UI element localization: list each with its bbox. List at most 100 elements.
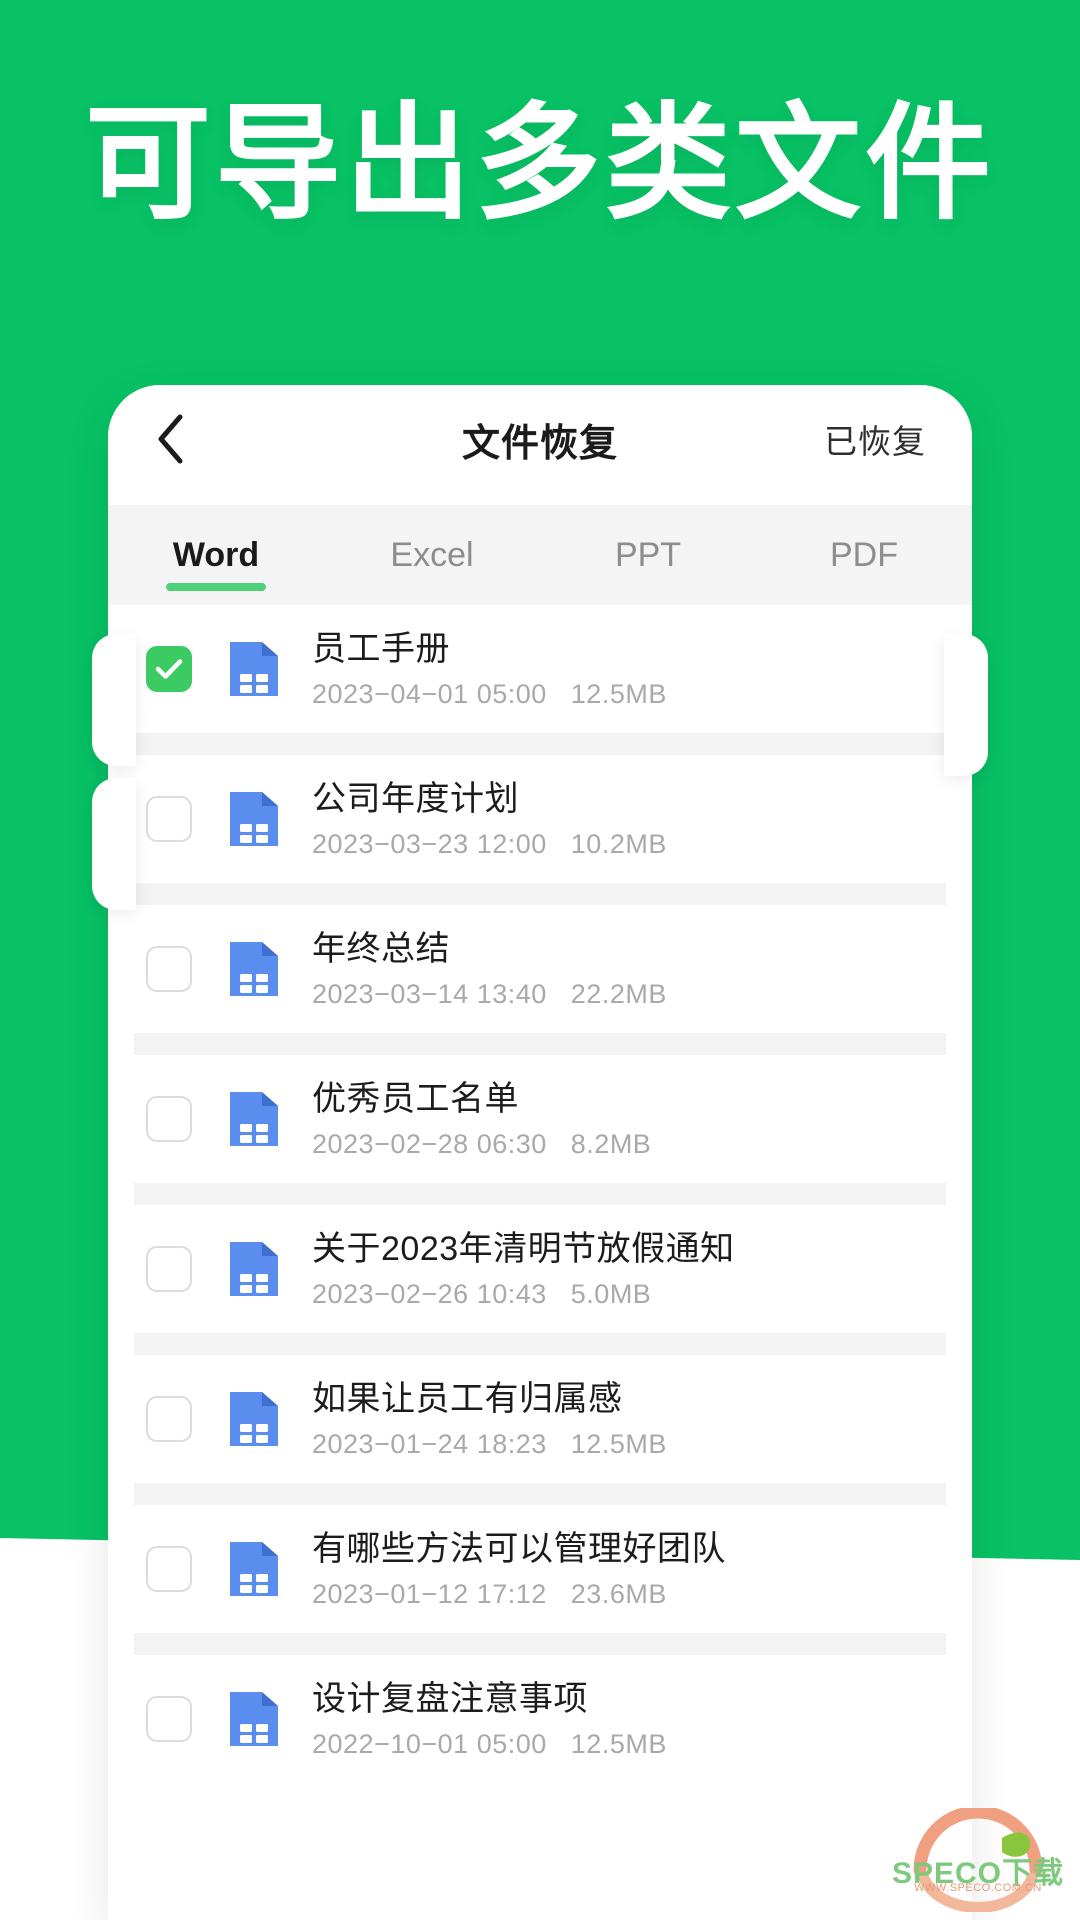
table-row[interactable]: 年终总结 2023−03−14 13:40 22.2MB <box>108 905 972 1033</box>
file-meta: 优秀员工名单 2023−02−28 06:30 8.2MB <box>312 1078 651 1161</box>
row-separator <box>134 733 946 755</box>
file-time: 13:40 <box>476 979 547 1010</box>
tab-excel-label: Excel <box>390 535 474 574</box>
table-row[interactable]: 设计复盘注意事项 2022−10−01 05:00 12.5MB <box>108 1655 972 1783</box>
table-row[interactable]: 关于2023年清明节放假通知 2023−02−26 10:43 5.0MB <box>108 1205 972 1333</box>
file-meta: 关于2023年清明节放假通知 2023−02−26 10:43 5.0MB <box>312 1228 735 1311</box>
tab-pdf[interactable]: PDF <box>756 536 972 575</box>
word-document-icon <box>226 1688 282 1750</box>
file-time: 12:00 <box>476 829 547 860</box>
file-size: 22.2MB <box>570 979 667 1010</box>
word-document-icon <box>226 1238 282 1300</box>
poster-headline: 可导出多类文件 <box>85 93 995 234</box>
card-right-nub <box>944 634 988 776</box>
file-name: 有哪些方法可以管理好团队 <box>312 1529 726 1568</box>
file-size: 23.6MB <box>570 1579 667 1610</box>
row-checkbox[interactable] <box>146 1246 192 1292</box>
row-separator <box>134 1033 946 1055</box>
row-checkbox[interactable] <box>146 1546 192 1592</box>
file-date: 2023−02−26 <box>312 1279 469 1310</box>
file-date: 2023−01−24 <box>312 1429 469 1460</box>
file-time: 18:23 <box>476 1429 547 1460</box>
file-name: 年终总结 <box>312 929 450 968</box>
file-name: 设计复盘注意事项 <box>312 1679 588 1718</box>
file-sub: 2023−01−12 17:12 23.6MB <box>312 1579 726 1610</box>
file-date: 2023−01−12 <box>312 1579 469 1610</box>
file-sub: 2023−03−14 13:40 22.2MB <box>312 979 667 1010</box>
tab-ppt-label: PPT <box>614 535 682 574</box>
word-document-icon <box>226 638 282 700</box>
file-size: 5.0MB <box>570 1279 652 1310</box>
row-separator <box>134 883 946 905</box>
file-meta: 如果让员工有归属感 2023−01−24 18:23 12.5MB <box>312 1378 667 1461</box>
file-list: 员工手册 2023−04−01 05:00 12.5MB 公司年度计划 2023… <box>108 605 972 1783</box>
file-time: 06:30 <box>476 1129 547 1160</box>
table-row[interactable]: 公司年度计划 2023−03−23 12:00 10.2MB <box>108 755 972 883</box>
row-checkbox[interactable] <box>146 646 192 692</box>
file-meta: 设计复盘注意事项 2022−10−01 05:00 12.5MB <box>312 1678 667 1761</box>
tab-word-label: Word <box>172 535 260 574</box>
row-checkbox[interactable] <box>146 1696 192 1742</box>
file-sub: 2023−03−23 12:00 10.2MB <box>312 829 667 860</box>
poster-screen: 可导出多类文件 文件恢复 已恢复 Word Excel PPT PDF 员工手册… <box>0 0 1080 1920</box>
file-size: 12.5MB <box>570 1429 667 1460</box>
tab-ppt[interactable]: PPT <box>540 536 756 575</box>
tab-active-indicator <box>166 582 266 591</box>
file-size: 10.2MB <box>570 829 667 860</box>
row-checkbox[interactable] <box>146 946 192 992</box>
file-type-tabbar: Word Excel PPT PDF <box>108 505 972 605</box>
word-document-icon <box>226 938 282 1000</box>
file-date: 2023−03−23 <box>312 829 469 860</box>
tab-pdf-label: PDF <box>830 535 898 574</box>
file-meta: 员工手册 2023−04−01 05:00 12.5MB <box>312 628 667 711</box>
file-time: 10:43 <box>476 1279 547 1310</box>
file-sub: 2022−10−01 05:00 12.5MB <box>312 1729 667 1760</box>
recovered-action-button[interactable]: 已恢复 <box>824 415 926 463</box>
watermark-logo: SPECO下载 WWW.SPECO.COM.CN <box>890 1805 1066 1913</box>
word-document-icon <box>226 1538 282 1600</box>
card-left-nub-bottom <box>92 778 136 910</box>
file-sub: 2023−02−28 06:30 8.2MB <box>312 1129 651 1160</box>
file-sub: 2023−04−01 05:00 12.5MB <box>312 679 667 710</box>
file-size: 8.2MB <box>570 1129 652 1160</box>
file-time: 17:12 <box>476 1579 547 1610</box>
file-sub: 2023−02−26 10:43 5.0MB <box>312 1279 735 1310</box>
word-document-icon <box>226 1088 282 1150</box>
table-row[interactable]: 如果让员工有归属感 2023−01−24 18:23 12.5MB <box>108 1355 972 1483</box>
phone-screen-card: 文件恢复 已恢复 Word Excel PPT PDF 员工手册 2023−04… <box>108 385 972 1920</box>
file-name: 如果让员工有归属感 <box>312 1379 623 1418</box>
file-meta: 公司年度计划 2023−03−23 12:00 10.2MB <box>312 778 667 861</box>
check-icon <box>155 658 183 680</box>
app-header: 文件恢复 已恢复 <box>108 385 972 493</box>
word-document-icon <box>226 1388 282 1450</box>
file-date: 2022−10−01 <box>312 1729 469 1760</box>
chevron-left-icon <box>154 413 186 465</box>
file-meta: 有哪些方法可以管理好团队 2023−01−12 17:12 23.6MB <box>312 1528 726 1611</box>
row-checkbox[interactable] <box>146 1096 192 1142</box>
watermark-url: WWW.SPECO.COM.CN <box>914 1882 1042 1894</box>
tab-word[interactable]: Word <box>108 535 324 591</box>
file-meta: 年终总结 2023−03−14 13:40 22.2MB <box>312 928 667 1011</box>
row-separator <box>134 1483 946 1505</box>
table-row[interactable]: 优秀员工名单 2023−02−28 06:30 8.2MB <box>108 1055 972 1183</box>
file-date: 2023−03−14 <box>312 979 469 1010</box>
row-separator <box>134 1633 946 1655</box>
card-left-nub-top <box>92 634 136 766</box>
file-sub: 2023−01−24 18:23 12.5MB <box>312 1429 667 1460</box>
file-name: 关于2023年清明节放假通知 <box>312 1229 735 1268</box>
row-checkbox[interactable] <box>146 796 192 842</box>
back-button[interactable] <box>154 412 208 466</box>
row-separator <box>134 1183 946 1205</box>
file-name: 员工手册 <box>312 629 450 668</box>
row-separator <box>134 1333 946 1355</box>
table-row[interactable]: 员工手册 2023−04−01 05:00 12.5MB <box>108 605 972 733</box>
table-row[interactable]: 有哪些方法可以管理好团队 2023−01−12 17:12 23.6MB <box>108 1505 972 1633</box>
file-size: 12.5MB <box>570 1729 667 1760</box>
file-date: 2023−02−28 <box>312 1129 469 1160</box>
row-checkbox[interactable] <box>146 1396 192 1442</box>
file-name: 公司年度计划 <box>312 779 519 818</box>
file-time: 05:00 <box>476 1729 547 1760</box>
file-time: 05:00 <box>476 679 547 710</box>
file-name: 优秀员工名单 <box>312 1079 519 1118</box>
tab-excel[interactable]: Excel <box>324 536 540 575</box>
